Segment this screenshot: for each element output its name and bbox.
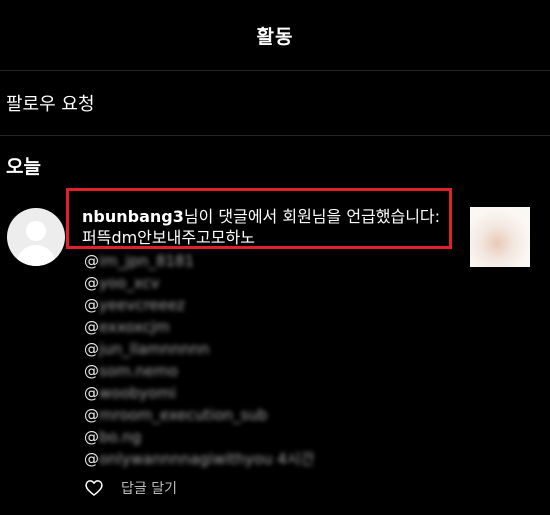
section-title-today: 오늘 [6,156,41,178]
reply-button[interactable]: 답글 달기 [121,478,177,498]
at-sign: @ [84,450,99,468]
at-sign: @ [84,362,99,380]
follow-requests-row[interactable]: 팔로우 요청 [0,71,550,136]
mention-item[interactable]: @ jun_llamnnnnn [84,338,314,360]
at-sign: @ [84,274,99,292]
mention-handle: yoo_xcv [99,274,160,292]
at-sign: @ [84,296,99,314]
mention-handle: yeevcreeez [99,296,185,314]
header: 활동 [0,0,550,71]
heart-icon[interactable] [84,478,104,498]
mention-item[interactable]: @ onlywannnnagiwithyou 4시간 [84,448,314,470]
mention-handle: bo.ng [99,428,142,446]
mention-handle: onlywannnnagiwithyou 4시간 [99,450,315,468]
mention-handle: som.nemo [99,362,178,380]
notification-username[interactable]: nbunbang3 [82,207,184,226]
mention-list: @ im_jpn_8181 @ yoo_xcv @ yeevcreeez @ exxox… [84,250,314,470]
mention-handle: mroom_execution_sub [99,406,268,424]
at-sign: @ [84,406,99,424]
mention-item[interactable]: @ exxoxcjm [84,316,314,338]
at-sign: @ [84,428,99,446]
mention-item[interactable]: @ im_jpn_8181 [84,250,314,272]
page-title: 활동 [256,25,294,48]
mention-item[interactable]: @ woobyomi [84,382,314,404]
comment-actions: 답글 달기 [84,478,177,498]
mention-handle: jun_llamnnnnn [99,340,210,358]
at-sign: @ [84,318,99,336]
follow-requests-label: 팔로우 요청 [6,94,95,115]
mention-item[interactable]: @ mroom_execution_sub [84,404,314,426]
at-sign: @ [84,252,99,270]
avatar-head-shape [26,221,46,241]
mention-handle: woobyomi [99,384,176,402]
mention-item[interactable]: @ yeevcreeez [84,294,314,316]
mention-handle: exxoxcjm [99,318,170,336]
notification-text[interactable]: nbunbang3님이 댓글에서 회원님을 언급했습니다: 퍼뜩dm안보내주고모… [82,206,447,248]
avatar[interactable] [7,208,65,266]
at-sign: @ [84,340,99,358]
avatar-body-shape [16,245,56,266]
mention-handle: im_jpn_8181 [99,252,195,270]
post-thumbnail[interactable] [470,207,530,267]
mention-item[interactable]: @ yoo_xcv [84,272,314,294]
mention-item[interactable]: @ bo.ng [84,426,314,448]
at-sign: @ [84,384,99,402]
mention-item[interactable]: @ som.nemo [84,360,314,382]
